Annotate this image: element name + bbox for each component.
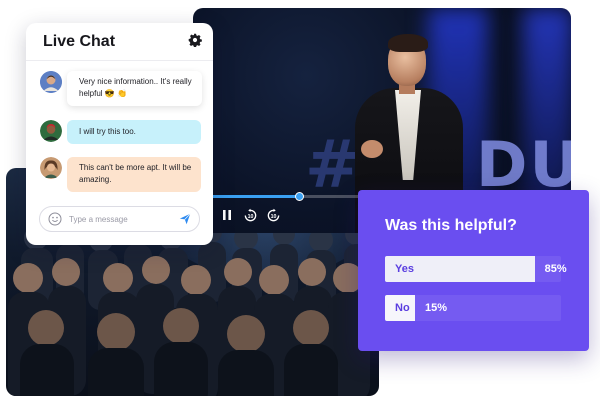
poll-option-percent: 15% <box>425 302 448 314</box>
poll-option-label: Yes <box>395 263 414 275</box>
forward-10-icon: 10 <box>267 208 279 221</box>
svg-text:10: 10 <box>247 213 253 219</box>
poll-option-label: No <box>395 302 410 314</box>
pause-icon <box>223 210 231 220</box>
chat-message: This can't be more apt. It will be amazi… <box>67 157 201 192</box>
progress-knob[interactable] <box>294 192 304 201</box>
rewind-10-button[interactable]: 10 <box>242 207 258 223</box>
avatar <box>40 120 62 142</box>
poll-question: Was this helpful? <box>385 217 517 234</box>
chat-header: Live Chat <box>26 23 213 61</box>
gear-icon[interactable] <box>188 33 202 47</box>
chat-message: Very nice information.. It's really help… <box>67 71 202 106</box>
pause-button[interactable] <box>219 207 235 223</box>
chat-input-row <box>39 206 200 232</box>
chat-message: I will try this too. <box>67 120 201 144</box>
send-icon[interactable] <box>179 213 191 225</box>
poll-option-yes[interactable]: Yes 85% <box>385 256 567 282</box>
smile-icon[interactable] <box>48 212 62 226</box>
avatar <box>40 71 62 93</box>
forward-10-button[interactable]: 10 <box>265 207 281 223</box>
avatar <box>40 157 62 179</box>
svg-text:10: 10 <box>270 213 276 219</box>
poll-card: Was this helpful? Yes 85% No 15% <box>358 190 589 351</box>
poll-option-no[interactable]: No 15% <box>385 295 561 321</box>
live-chat-panel: Live Chat Very nice information.. It's r… <box>26 23 213 245</box>
poll-option-percent: 85% <box>544 263 567 275</box>
rewind-10-icon: 10 <box>244 208 256 221</box>
chat-title: Live Chat <box>43 33 116 50</box>
chat-message-input[interactable] <box>69 211 179 227</box>
